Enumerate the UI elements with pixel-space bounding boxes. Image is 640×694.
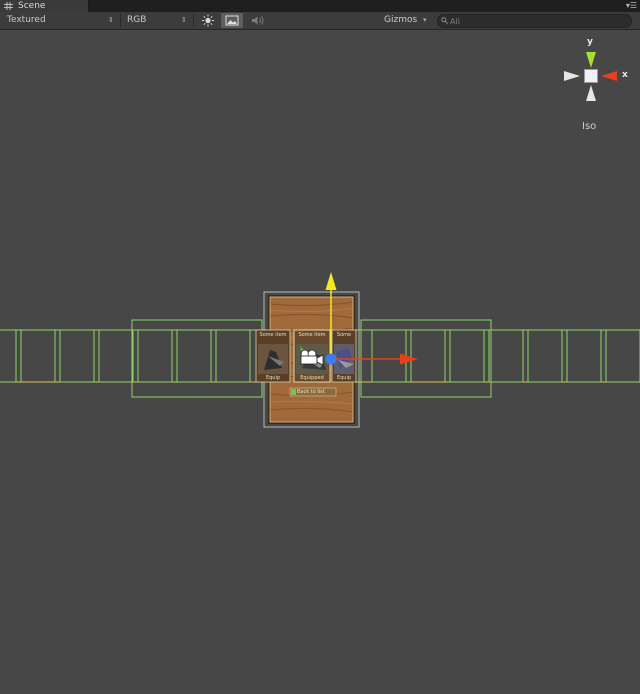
lighting-toggle[interactable] xyxy=(197,13,219,28)
scene-viewport[interactable]: Some item Some item Some Equip Equipped … xyxy=(0,30,640,694)
item-footer: Equip xyxy=(336,375,352,381)
neg-y-cone[interactable] xyxy=(586,85,596,101)
left-panel-outline xyxy=(131,319,263,398)
tab-menu-icon[interactable]: ▾☰ xyxy=(626,1,637,11)
render-mode-arrows-icon: ⇕ xyxy=(181,16,187,24)
back-to-list-label: Back to list xyxy=(297,389,325,395)
orientation-gizmo[interactable] xyxy=(564,52,617,101)
divider xyxy=(120,14,121,27)
scene-effects-toggle[interactable] xyxy=(221,13,243,28)
search-icon xyxy=(441,17,448,24)
x-cone[interactable] xyxy=(601,71,617,81)
render-mode-dropdown[interactable]: RGB xyxy=(127,12,146,29)
scene-toolbar: Textured ⇕ RGB ⇕ Gizmos ▾ xyxy=(0,12,640,30)
audio-toggle[interactable] xyxy=(247,13,269,28)
search-field[interactable] xyxy=(437,14,632,28)
y-cone[interactable] xyxy=(586,52,596,68)
draw-mode-dropdown[interactable]: Textured xyxy=(7,12,46,29)
tab-scene-label: Scene xyxy=(18,1,46,11)
pivot-handle[interactable] xyxy=(325,353,337,365)
projection-label[interactable]: Iso xyxy=(582,121,596,132)
tab-bar: Scene ▾☰ xyxy=(0,0,640,12)
draw-mode-arrows-icon: ⇕ xyxy=(108,16,114,24)
item-title: Some xyxy=(336,332,352,338)
tab-scene[interactable]: Scene xyxy=(0,0,89,12)
center-cube[interactable] xyxy=(584,69,598,83)
item-footer: Equip xyxy=(265,375,281,381)
gizmos-label: Gizmos xyxy=(384,15,418,25)
scene-canvas xyxy=(0,52,640,428)
x-axis-handle[interactable] xyxy=(400,353,418,365)
draw-mode-value: Textured xyxy=(7,15,46,25)
item-title: Some item xyxy=(259,332,287,338)
divider xyxy=(193,14,194,27)
search-input[interactable] xyxy=(450,15,620,27)
image-icon xyxy=(225,15,239,26)
item-footer: Equipped xyxy=(300,375,324,381)
neg-x-cone[interactable] xyxy=(564,71,580,81)
gizmos-dropdown[interactable]: Gizmos ▾ xyxy=(384,12,427,29)
speaker-icon xyxy=(252,16,264,25)
item-title: Some item xyxy=(298,332,326,338)
chevron-down-icon: ▾ xyxy=(423,16,427,24)
axis-y-label: y xyxy=(587,37,593,47)
y-axis-handle[interactable] xyxy=(325,272,337,290)
axis-x-label: x xyxy=(622,70,628,80)
sun-icon xyxy=(202,14,214,27)
grid-icon xyxy=(4,2,13,10)
render-mode-value: RGB xyxy=(127,15,147,25)
